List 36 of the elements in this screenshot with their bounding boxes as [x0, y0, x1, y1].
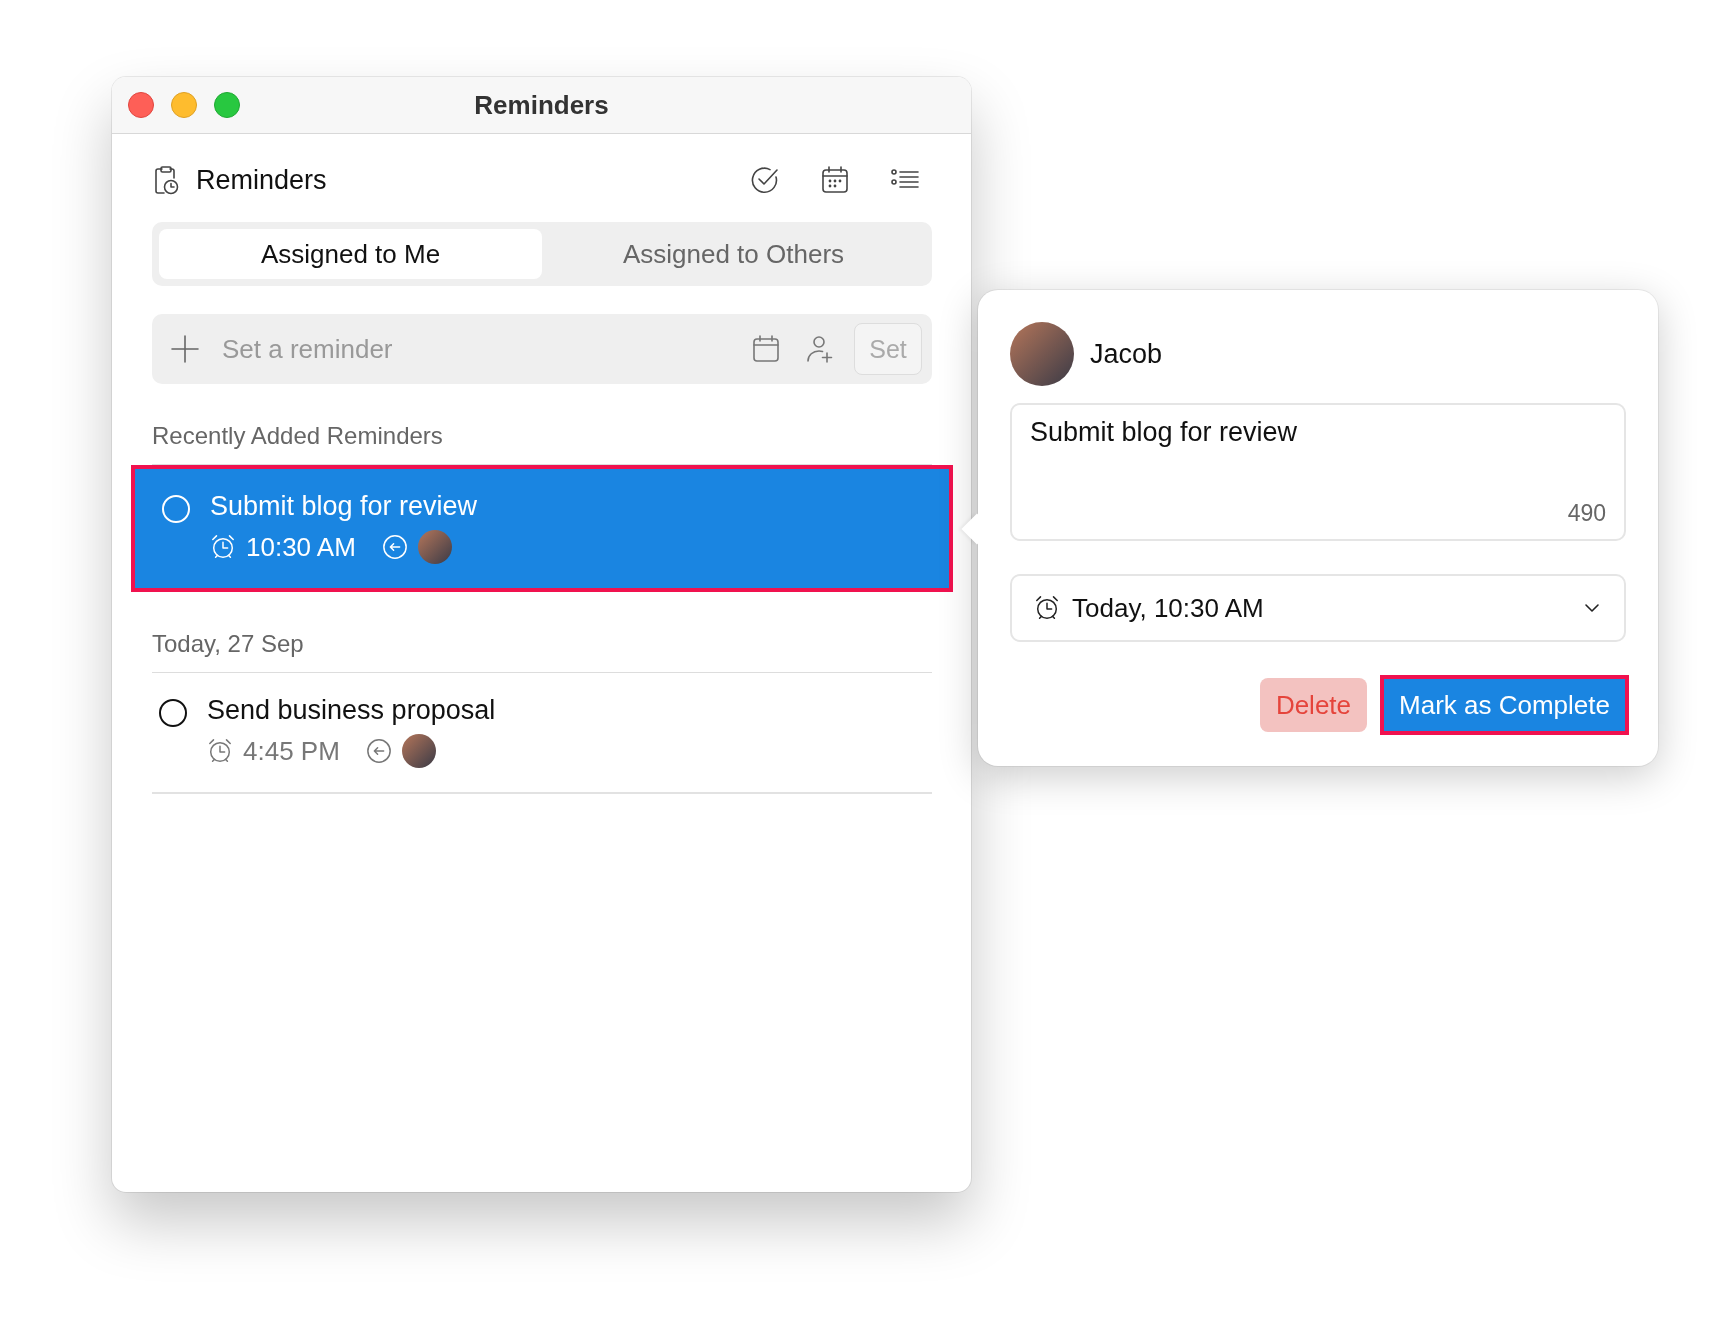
tab[interactable]: Assigned to Others — [542, 229, 925, 279]
tab[interactable]: Assigned to Me — [159, 229, 542, 279]
complete-checkbox[interactable] — [159, 699, 187, 727]
close-button[interactable] — [128, 92, 154, 118]
zoom-button[interactable] — [214, 92, 240, 118]
app-heading: Reminders — [196, 164, 327, 196]
chevron-down-icon — [1584, 603, 1600, 613]
avatar-photo — [401, 734, 436, 768]
avatar-photo — [417, 530, 452, 564]
reminder-time: 4:45 PM — [243, 735, 340, 767]
note-field[interactable]: Submit blog for review 490 — [1010, 403, 1626, 541]
section-heading: Today, 27 Sep — [152, 592, 932, 673]
reminder-title: Send business proposal — [207, 695, 496, 726]
check-circle-icon[interactable] — [750, 165, 780, 195]
note-text: Submit blog for review — [1030, 417, 1299, 448]
reminder-time: 10:30 AM — [246, 531, 356, 563]
reminder-row[interactable]: Submit blog for review 10:30 AM — [131, 465, 953, 592]
add-person-icon[interactable] — [806, 335, 834, 363]
alarm-clock-icon — [207, 738, 233, 764]
assignee-name: Jacob — [1090, 338, 1163, 370]
arrow-left-circle-icon — [381, 534, 408, 560]
reminder-row[interactable]: Send business proposal 4:45 PM — [152, 673, 932, 794]
window-title: Reminders — [474, 89, 609, 121]
plus-icon[interactable] — [170, 334, 200, 364]
clipboard-clock-icon — [152, 165, 180, 195]
character-count: 490 — [1567, 500, 1606, 527]
calendar-icon[interactable] — [820, 165, 850, 195]
due-date-text: Today, 10:30 AM — [1072, 592, 1264, 624]
arrow-left-circle-icon — [365, 738, 392, 764]
minimize-button[interactable] — [171, 92, 197, 118]
delete-button[interactable]: Delete — [1259, 678, 1368, 732]
alarm-clock-icon — [210, 534, 236, 560]
alarm-clock-icon — [1034, 595, 1060, 621]
reminder-title: Submit blog for review — [210, 491, 478, 522]
due-date-dropdown[interactable]: Today, 10:30 AM — [1010, 574, 1626, 642]
complete-button[interactable]: Mark as Complete — [1383, 678, 1626, 732]
